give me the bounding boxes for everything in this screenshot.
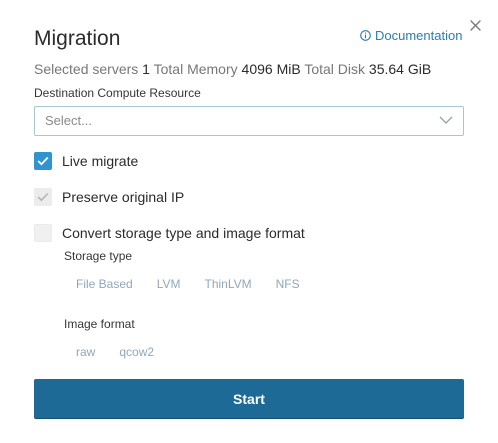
convert-storage-option: Convert storage type and image format: [34, 223, 305, 243]
preserve-ip-label: Preserve original IP: [62, 189, 185, 205]
total-disk-value: 35.64 GiB: [368, 61, 432, 77]
documentation-label: Documentation: [375, 27, 463, 43]
start-button[interactable]: Start: [34, 379, 464, 418]
convert-storage-checkbox[interactable]: [34, 224, 52, 242]
storage-option-lvm[interactable]: LVM: [145, 274, 193, 294]
close-icon: [469, 19, 481, 31]
total-memory-label: Total Memory: [153, 61, 238, 77]
image-format-label: Image format: [64, 317, 135, 331]
destination-select[interactable]: Select...: [34, 106, 464, 136]
live-migrate-checkbox[interactable]: [34, 152, 52, 170]
destination-placeholder: Select...: [45, 113, 92, 128]
chevron-down-icon: [439, 116, 453, 124]
total-disk-label: Total Disk: [304, 61, 366, 77]
selected-servers-label: Selected servers: [34, 61, 139, 77]
close-button[interactable]: [466, 16, 484, 34]
storage-option-file-based[interactable]: File Based: [64, 274, 145, 294]
convert-storage-label: Convert storage type and image format: [62, 225, 305, 241]
selected-servers-value: 1: [142, 61, 150, 77]
migration-dialog: Documentation Migration Selected servers…: [0, 0, 498, 443]
checkmark-icon: [37, 192, 49, 202]
live-migrate-label: Live migrate: [62, 153, 139, 169]
dialog-title: Migration: [34, 27, 121, 50]
image-format-options: raw qcow2: [64, 342, 166, 362]
image-format-option-qcow2[interactable]: qcow2: [107, 342, 166, 362]
total-memory-value: 4096 MiB: [241, 61, 301, 77]
storage-type-label: Storage type: [64, 249, 133, 263]
checkmark-icon: [37, 156, 49, 166]
image-format-option-raw[interactable]: raw: [64, 342, 107, 362]
storage-option-thinlvm[interactable]: ThinLVM: [193, 274, 264, 294]
live-migrate-option: Live migrate: [34, 151, 138, 171]
storage-type-options: File Based LVM ThinLVM NFS: [64, 274, 312, 294]
preserve-ip-option: Preserve original IP: [34, 187, 184, 207]
documentation-link[interactable]: Documentation: [360, 27, 462, 43]
preserve-ip-checkbox: [34, 188, 52, 206]
storage-option-nfs[interactable]: NFS: [264, 274, 312, 294]
info-circle-icon: [360, 29, 371, 41]
destination-label: Destination Compute Resource: [34, 86, 201, 100]
migration-summary: Selected servers 1 Total Memory 4096 MiB…: [34, 60, 431, 78]
